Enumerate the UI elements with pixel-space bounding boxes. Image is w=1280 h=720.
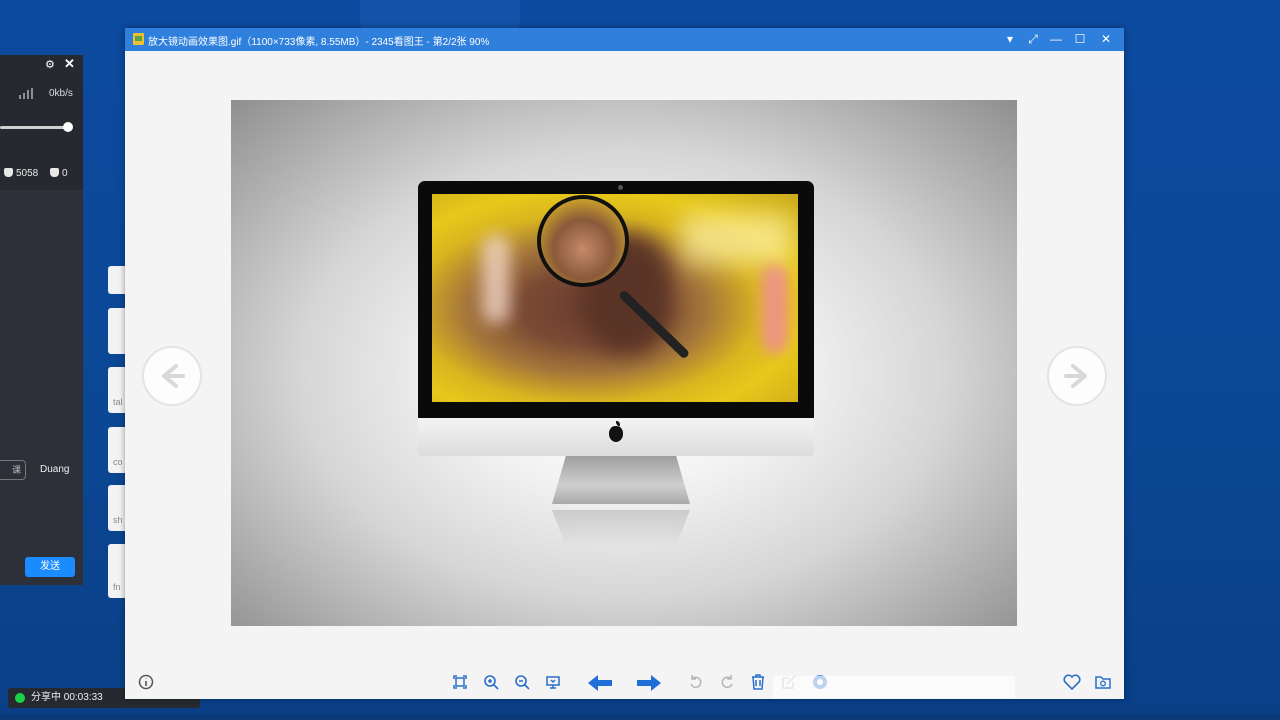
background-card[interactable]: sh — [108, 485, 126, 531]
info-icon[interactable] — [135, 674, 157, 694]
tab-duang[interactable]: Duang — [40, 464, 69, 475]
fit-window-icon[interactable] — [449, 674, 471, 694]
recording-dot-icon — [15, 693, 25, 703]
actual-size-icon[interactable] — [542, 674, 564, 694]
title-bar[interactable]: 放大镜动画效果图.gif（1100×733像素, 8.55MB）- 2345看图… — [125, 28, 1124, 51]
fullscreen-icon[interactable]: ⤢ — [1022, 30, 1044, 49]
like-count: 0 — [50, 168, 68, 179]
monitor-chin — [418, 418, 814, 456]
viewer-icon — [4, 168, 13, 177]
viewer-count: 5058 — [4, 168, 38, 179]
arrow-right-icon — [1064, 364, 1087, 388]
background-stripe — [0, 714, 1280, 720]
volume-slider-knob[interactable] — [63, 122, 73, 132]
previous-image-button[interactable] — [142, 346, 202, 406]
signal-icon — [19, 88, 35, 99]
share-status-text: 分享中 00:03:33 — [31, 692, 103, 703]
network-speed: 0kb/s — [49, 88, 73, 99]
watermark-overlay — [773, 676, 1015, 698]
next-arrow-icon[interactable] — [634, 674, 664, 694]
gear-icon[interactable]: ⚙ — [45, 58, 55, 71]
send-button[interactable]: 发送 — [25, 557, 75, 577]
open-folder-icon[interactable] — [1092, 674, 1114, 694]
app-icon — [133, 33, 144, 45]
rotate-left-icon[interactable] — [685, 674, 707, 694]
apple-logo-icon — [609, 421, 623, 442]
maximize-icon[interactable]: ☐ — [1069, 30, 1091, 49]
monitor-stand — [552, 456, 690, 504]
prev-arrow-icon[interactable] — [585, 674, 615, 694]
close-icon[interactable]: ✕ — [1095, 30, 1117, 49]
live-panel: ⚙ ✕ 0kb/s 5058 0 课 Duang 发送 — [0, 55, 83, 585]
like-count-value: 0 — [62, 168, 68, 179]
background-card[interactable]: tal — [108, 367, 126, 413]
window-title: 放大镜动画效果图.gif（1100×733像素, 8.55MB）- 2345看图… — [148, 37, 490, 48]
background-card[interactable]: co — [108, 427, 126, 473]
background-card[interactable]: fn — [108, 544, 126, 598]
bottom-toolbar — [125, 668, 1124, 699]
favorite-icon[interactable] — [1061, 674, 1083, 694]
background-card[interactable] — [108, 266, 126, 294]
arrow-left-icon — [162, 364, 185, 388]
zoom-in-icon[interactable] — [480, 674, 502, 694]
next-image-button[interactable] — [1047, 346, 1107, 406]
minimize-icon[interactable]: — — [1045, 30, 1067, 49]
delete-icon[interactable] — [747, 674, 769, 694]
close-icon[interactable]: ✕ — [64, 56, 75, 72]
live-panel-header: ⚙ ✕ 0kb/s 5058 0 — [0, 55, 83, 190]
image-viewer-window: 放大镜动画效果图.gif（1100×733像素, 8.55MB）- 2345看图… — [125, 28, 1124, 699]
volume-slider[interactable] — [0, 126, 68, 129]
viewer-count-value: 5058 — [16, 168, 39, 179]
image-canvas[interactable] — [231, 100, 1017, 626]
zoom-out-icon[interactable] — [511, 674, 533, 694]
background-card[interactable] — [108, 308, 126, 354]
rotate-right-icon[interactable] — [716, 674, 738, 694]
magnifier-lens — [537, 195, 629, 287]
menu-dropdown-icon[interactable]: ▾ — [999, 30, 1021, 49]
monitor-reflection — [552, 510, 690, 546]
camera-dot — [618, 185, 623, 190]
tab-lesson[interactable]: 课 — [0, 460, 26, 480]
user-icon — [50, 168, 59, 177]
